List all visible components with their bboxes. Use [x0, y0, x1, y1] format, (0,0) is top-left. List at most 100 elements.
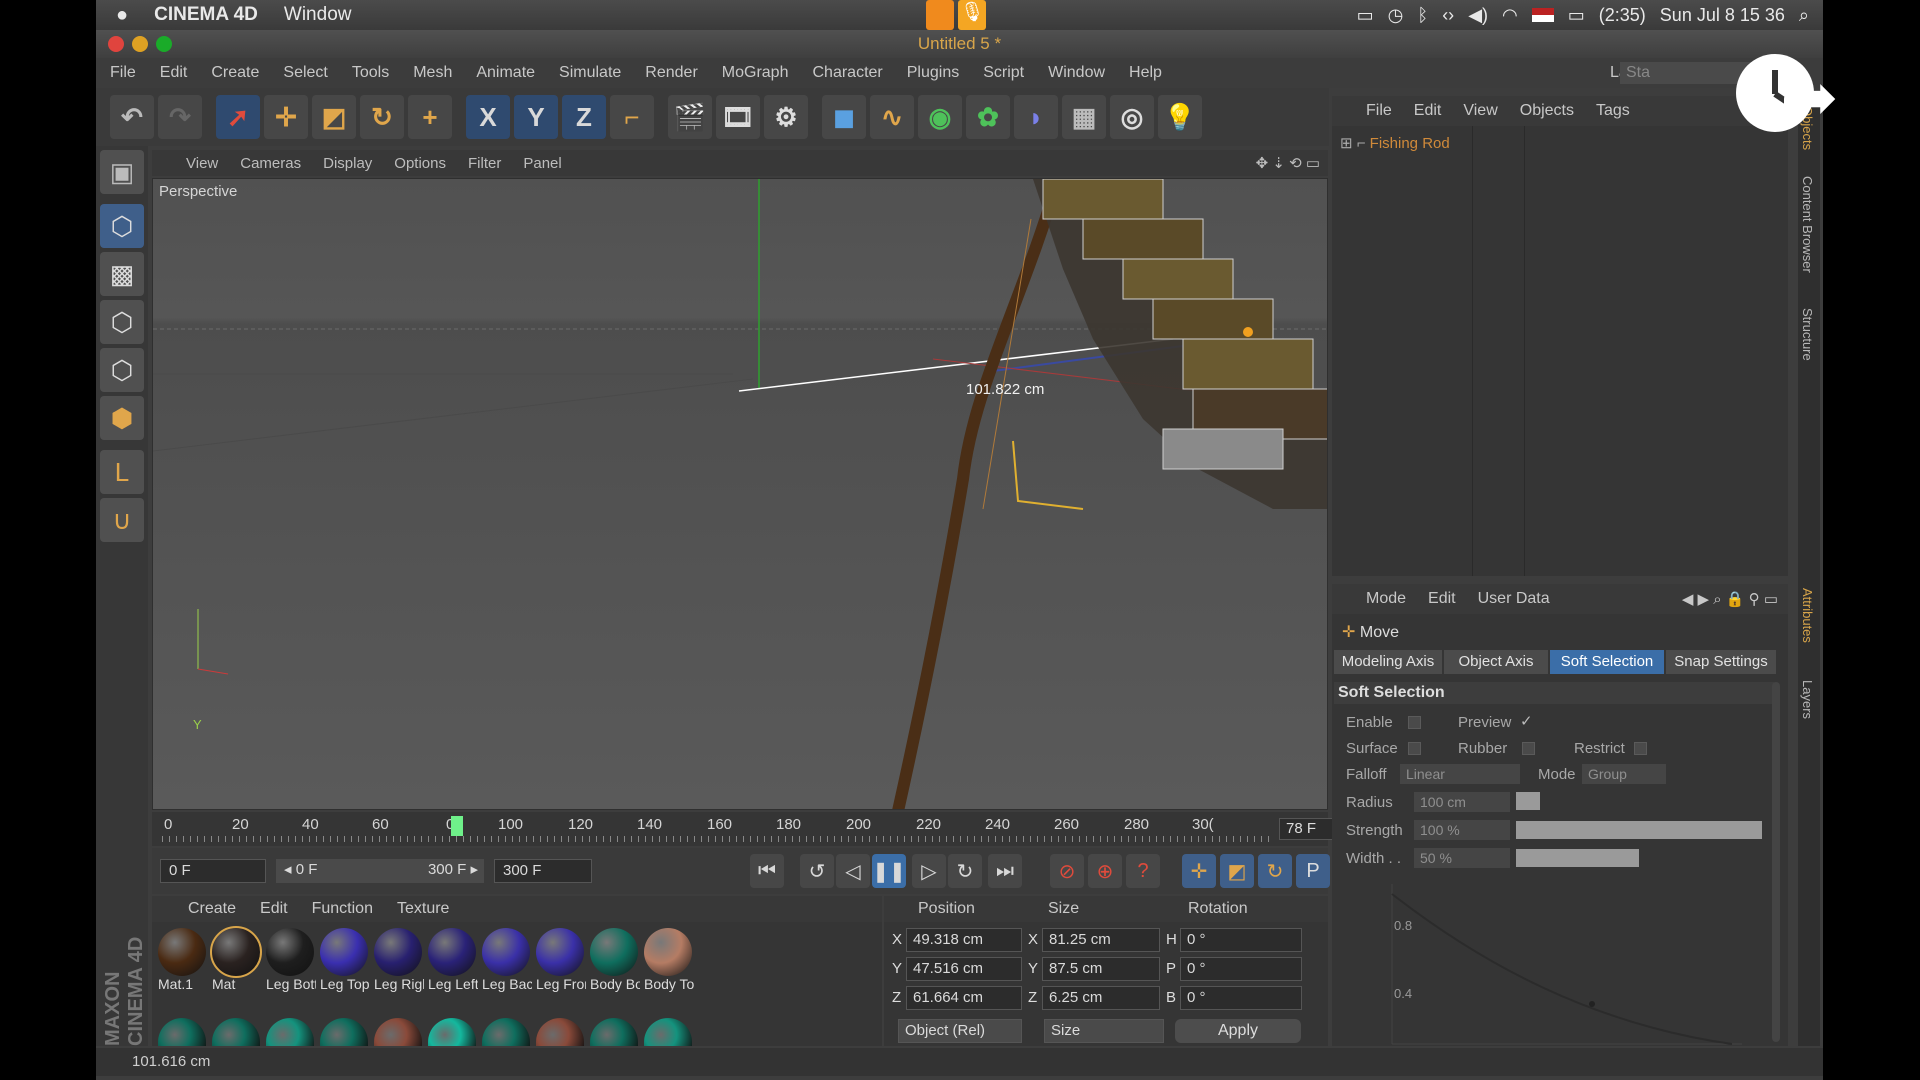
object-menu-view[interactable]: View: [1463, 102, 1497, 120]
tab-attributes-side[interactable]: Attributes: [1800, 588, 1815, 643]
attribute-nav-icons[interactable]: ◀ ▶ ⌕ 🔒 ⚲ ▭: [1682, 590, 1778, 608]
minimize-window-button[interactable]: [132, 36, 148, 52]
object-row[interactable]: ⊞ ⌐ Fishing Rod: [1340, 134, 1450, 152]
menu-mesh[interactable]: Mesh: [413, 64, 452, 82]
model-mode-icon[interactable]: ⬡: [100, 204, 144, 248]
rotation-field[interactable]: 0 °: [1180, 986, 1302, 1010]
volume-icon[interactable]: ◀): [1468, 5, 1488, 26]
mograph-cloner-icon[interactable]: ✿: [966, 95, 1010, 139]
radius-field[interactable]: 100 cm: [1414, 792, 1510, 812]
goto-end-icon[interactable]: ⏭: [988, 854, 1022, 888]
menubar-clock[interactable]: Sun Jul 8 15 36: [1660, 5, 1785, 26]
material-swatch[interactable]: [590, 1018, 638, 1046]
mode-dropdown[interactable]: Group: [1582, 764, 1666, 784]
firefox-icon[interactable]: [926, 0, 954, 30]
rotation-key-icon[interactable]: ↻: [1258, 854, 1292, 888]
attribute-menu-edit[interactable]: Edit: [1428, 590, 1456, 608]
render-picture-viewer-icon[interactable]: 🎞: [716, 95, 760, 139]
redo-icon[interactable]: ↷: [158, 95, 202, 139]
make-editable-icon[interactable]: ▣: [100, 150, 144, 194]
viewport-menu-cameras[interactable]: Cameras: [240, 155, 301, 172]
parameter-key-icon[interactable]: P: [1296, 854, 1330, 888]
cube-icon[interactable]: ◼: [822, 95, 866, 139]
size-field[interactable]: 6.25 cm: [1042, 986, 1160, 1010]
size-mode-dropdown[interactable]: Size: [1044, 1019, 1164, 1043]
material-swatch[interactable]: Leg Left: [428, 928, 488, 992]
object-menu-edit[interactable]: Edit: [1414, 102, 1442, 120]
polygons-mode-icon[interactable]: ⬢: [100, 396, 144, 440]
tab-soft-selection[interactable]: Soft Selection: [1550, 650, 1664, 674]
camera-icon[interactable]: ◎: [1110, 95, 1154, 139]
rotation-field[interactable]: 0 °: [1180, 957, 1302, 981]
viewport-nav-icons[interactable]: ✥ ⇣ ⟲ ▭: [1256, 154, 1320, 172]
menu-script[interactable]: Script: [983, 64, 1024, 82]
timeline-playhead[interactable]: [450, 816, 463, 836]
rotation-field[interactable]: 0 °: [1180, 928, 1302, 952]
time-machine-icon[interactable]: ◷: [1388, 5, 1404, 26]
end-frame-field[interactable]: 300 F: [494, 859, 592, 883]
keyframe-selection-icon[interactable]: ?: [1126, 854, 1160, 888]
y-axis-lock-icon[interactable]: Y: [514, 95, 558, 139]
enable-checkbox[interactable]: [1408, 716, 1421, 729]
material-swatch[interactable]: [320, 1018, 368, 1046]
menu-tools[interactable]: Tools: [352, 64, 389, 82]
object-menu-objects[interactable]: Objects: [1520, 102, 1574, 120]
texture-mode-icon[interactable]: ▩: [100, 252, 144, 296]
app-menu[interactable]: CINEMA 4D: [154, 4, 258, 26]
subdivision-icon[interactable]: ◉: [918, 95, 962, 139]
position-field[interactable]: 61.664 cm: [906, 986, 1022, 1010]
apple-icon[interactable]: ●: [116, 4, 128, 27]
tab-structure[interactable]: Structure: [1800, 308, 1815, 361]
menu-simulate[interactable]: Simulate: [559, 64, 621, 82]
scale-key-icon[interactable]: ◩: [1220, 854, 1254, 888]
falloff-graph[interactable]: [1362, 874, 1742, 1046]
menu-window[interactable]: Window: [1048, 64, 1105, 82]
window-menu[interactable]: Window: [284, 4, 352, 26]
preview-range-end[interactable]: 300 F ▸: [386, 859, 484, 883]
menu-select[interactable]: Select: [283, 64, 327, 82]
render-view-icon[interactable]: 🎬: [668, 95, 712, 139]
light-icon[interactable]: 💡: [1158, 95, 1202, 139]
workplane-icon[interactable]: L: [100, 450, 144, 494]
goto-previous-key-icon[interactable]: ↺: [800, 854, 834, 888]
material-swatch[interactable]: [374, 1018, 422, 1046]
coordinate-system-icon[interactable]: ⌐: [610, 95, 654, 139]
spotlight-search-icon[interactable]: ⌕: [1799, 5, 1809, 26]
menu-edit[interactable]: Edit: [160, 64, 188, 82]
menu-help[interactable]: Help: [1129, 64, 1162, 82]
flag-icon[interactable]: [1531, 8, 1554, 22]
menu-character[interactable]: Character: [812, 64, 882, 82]
z-axis-lock-icon[interactable]: Z: [562, 95, 606, 139]
viewport-menu-filter[interactable]: Filter: [468, 155, 501, 172]
apply-button[interactable]: Apply: [1175, 1019, 1301, 1043]
rubber-checkbox[interactable]: [1522, 742, 1535, 755]
edges-mode-icon[interactable]: ⬡: [100, 348, 144, 392]
viewport-menu-options[interactable]: Options: [394, 155, 446, 172]
material-swatch[interactable]: [482, 1018, 530, 1046]
wifi-icon[interactable]: ◠: [1502, 5, 1518, 26]
goto-start-icon[interactable]: ⏮: [750, 854, 784, 888]
x-axis-lock-icon[interactable]: X: [466, 95, 510, 139]
material-swatch[interactable]: [158, 1018, 206, 1046]
screen-record-icon[interactable]: ▭: [1357, 5, 1374, 26]
material-menu-create[interactable]: Create: [188, 900, 236, 918]
material-swatch[interactable]: Mat: [210, 926, 272, 992]
share-icon[interactable]: ➦: [1780, 56, 1839, 138]
menu-plugins[interactable]: Plugins: [907, 64, 959, 82]
record-active-objects-icon[interactable]: ⊘: [1050, 854, 1084, 888]
rotate-tool-icon[interactable]: ↻: [360, 95, 404, 139]
material-swatch[interactable]: [428, 1018, 476, 1046]
menu-mograph[interactable]: MoGraph: [722, 64, 789, 82]
position-field[interactable]: 47.516 cm: [906, 957, 1022, 981]
material-swatch[interactable]: [212, 1018, 260, 1046]
battery-icon[interactable]: ▭: [1568, 5, 1585, 26]
autokeying-icon[interactable]: ⊕: [1088, 854, 1122, 888]
radius-slider[interactable]: [1516, 792, 1540, 810]
coordinate-mode-dropdown[interactable]: Object (Rel): [898, 1019, 1022, 1043]
viewport-menu-view[interactable]: View: [186, 155, 218, 172]
tab-layers[interactable]: Layers: [1800, 680, 1815, 719]
material-swatch[interactable]: Leg Rigl: [374, 928, 434, 992]
material-swatch[interactable]: [644, 1018, 692, 1046]
move-tool-icon[interactable]: ✛: [264, 95, 308, 139]
tab-object-axis[interactable]: Object Axis: [1444, 650, 1548, 674]
